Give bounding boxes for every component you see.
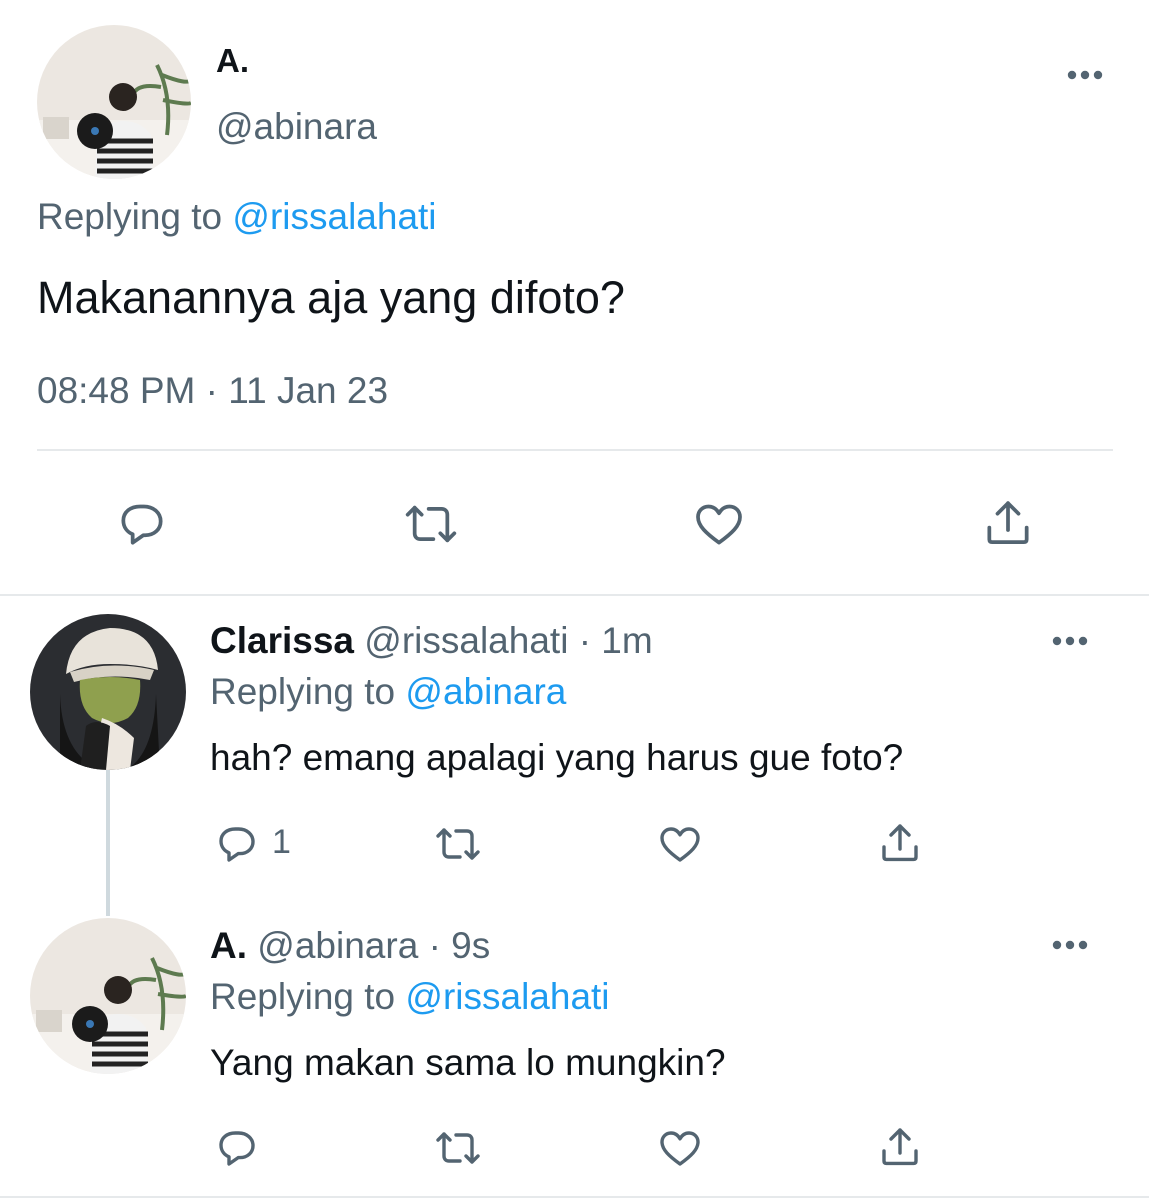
replying-to-line: Replying to @abinara bbox=[210, 671, 566, 713]
more-options-icon[interactable] bbox=[1063, 60, 1107, 90]
section-divider bbox=[0, 594, 1149, 596]
replying-to-handle[interactable]: @abinara bbox=[405, 671, 566, 712]
more-options-icon[interactable] bbox=[1048, 626, 1092, 656]
replying-to-line: Replying to @rissalahati bbox=[210, 976, 610, 1018]
tweet-timestamp[interactable]: 08:48 PM · 11 Jan 23 bbox=[37, 370, 388, 412]
replying-to-label: Replying to bbox=[37, 196, 223, 237]
bottom-divider bbox=[0, 1196, 1149, 1198]
replying-to-handle[interactable]: @rissalahati bbox=[232, 196, 436, 237]
timestamp-divider bbox=[37, 449, 1113, 451]
author-handle[interactable]: @abinara bbox=[216, 106, 377, 148]
reply-time[interactable]: · 9s bbox=[429, 925, 491, 966]
reply-icon[interactable] bbox=[213, 1124, 261, 1172]
replying-to-label: Replying to bbox=[210, 976, 396, 1017]
replying-to-label: Replying to bbox=[210, 671, 396, 712]
avatar[interactable] bbox=[30, 918, 186, 1074]
reply-time[interactable]: · 1m bbox=[579, 620, 653, 661]
share-icon[interactable] bbox=[876, 818, 924, 868]
more-options-icon[interactable] bbox=[1048, 930, 1092, 960]
heart-icon[interactable] bbox=[655, 820, 705, 868]
reply-header: Clarissa @rissalahati · 1m bbox=[210, 620, 653, 662]
avatar[interactable] bbox=[30, 614, 186, 770]
share-icon[interactable] bbox=[876, 1122, 924, 1172]
author-name[interactable]: A. bbox=[216, 42, 249, 80]
author-name[interactable]: Clarissa bbox=[210, 620, 354, 661]
heart-icon[interactable] bbox=[655, 1124, 705, 1172]
reply-icon[interactable] bbox=[213, 820, 261, 868]
retweet-icon[interactable] bbox=[398, 496, 464, 552]
avatar[interactable] bbox=[37, 25, 191, 179]
retweet-icon[interactable] bbox=[430, 1124, 486, 1172]
reply-text: Yang makan sama lo mungkin? bbox=[210, 1042, 726, 1083]
reply-text: hah? emang apalagi yang harus gue foto? bbox=[210, 737, 904, 778]
heart-icon[interactable] bbox=[690, 496, 748, 552]
author-handle[interactable]: @rissalahati bbox=[364, 620, 568, 661]
retweet-icon[interactable] bbox=[430, 820, 486, 868]
reply-header: A. @abinara · 9s bbox=[210, 925, 490, 967]
reply-count: 1 bbox=[272, 823, 291, 861]
reply-icon[interactable] bbox=[114, 496, 170, 552]
author-handle[interactable]: @abinara bbox=[257, 925, 418, 966]
replying-to-line: Replying to @rissalahati bbox=[37, 196, 437, 238]
thread-line bbox=[106, 770, 110, 916]
author-name[interactable]: A. bbox=[210, 925, 247, 966]
share-icon[interactable] bbox=[980, 494, 1036, 552]
replying-to-handle[interactable]: @rissalahati bbox=[405, 976, 609, 1017]
tweet-text: Makanannya aja yang difoto? bbox=[37, 272, 625, 323]
